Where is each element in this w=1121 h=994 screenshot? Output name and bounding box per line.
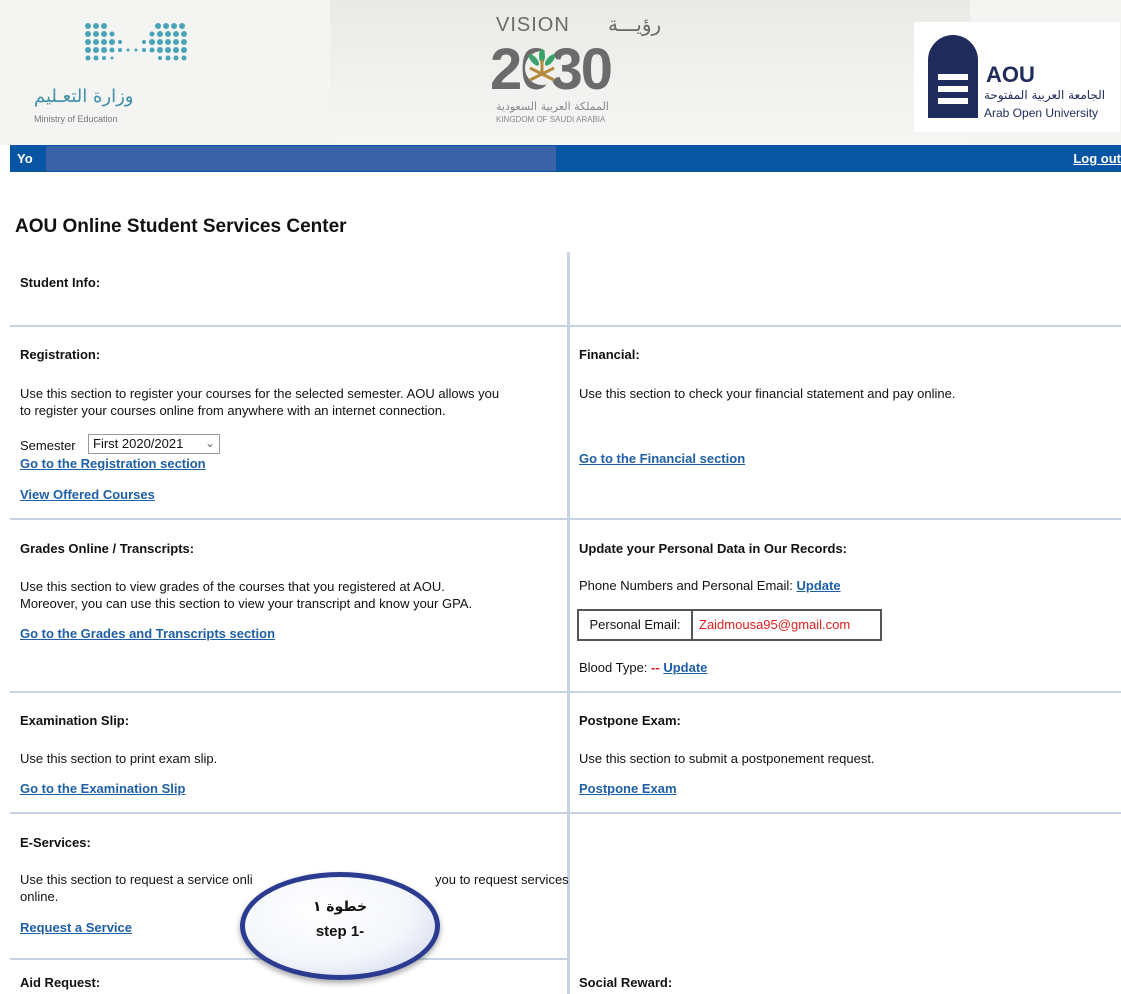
moe-logo: وزارة التعـليم Ministry of Education	[20, 14, 187, 124]
personal-email-box: Personal Email: Zaidmousa95@gmail.com	[577, 609, 882, 641]
aou-abbreviation: AOU	[986, 62, 1035, 87]
eservices-label: E-Services:	[20, 835, 91, 850]
logout-link[interactable]: Log out	[1073, 151, 1121, 166]
postpone-exam-desc: Use this section to submit a postponemen…	[579, 751, 875, 766]
row-divider	[10, 812, 1121, 814]
chevron-down-icon: ⌄	[204, 436, 215, 450]
kingdom-english: KINGDOM OF SAUDI ARABIA	[496, 115, 606, 124]
redacted-user-name	[46, 146, 556, 171]
phone-email-text: Phone Numbers and Personal Email:	[579, 578, 793, 593]
exam-slip-link[interactable]: Go to the Examination Slip	[20, 781, 185, 796]
personal-email-value: Zaidmousa95@gmail.com	[699, 617, 851, 632]
page-title: AOU Online Student Services Center	[15, 216, 347, 237]
request-service-link[interactable]: Request a Service	[20, 920, 132, 935]
grades-desc-line1: Use this section to view grades of the c…	[20, 579, 445, 594]
welcome-text: Yo	[17, 151, 33, 166]
eservices-desc-line2: online.	[20, 889, 59, 904]
step-callout-arabic: خطوة ١	[312, 899, 368, 915]
moe-dots-icon	[85, 23, 187, 61]
step-callout-english: step 1-	[315, 923, 365, 940]
semester-select[interactable]: First 2020/2021 ⌄	[88, 434, 220, 454]
financial-desc: Use this section to check your financial…	[579, 386, 956, 401]
social-reward-label: Social Reward:	[579, 975, 673, 990]
view-offered-courses-link[interactable]: View Offered Courses	[20, 487, 155, 502]
financial-section-link[interactable]: Go to the Financial section	[579, 451, 745, 466]
student-info-label: Student Info:	[20, 275, 101, 290]
postpone-exam-label: Postpone Exam:	[579, 713, 681, 728]
step-callout: خطوة ١ step 1-	[240, 872, 440, 980]
financial-label: Financial:	[579, 347, 640, 362]
grades-label: Grades Online / Transcripts:	[20, 541, 195, 556]
registration-section-link[interactable]: Go to the Registration section	[20, 456, 206, 471]
blood-type-row: Blood Type: -- Update	[579, 659, 707, 676]
exam-slip-label: Examination Slip:	[20, 713, 130, 728]
semester-label: Semester	[20, 438, 76, 453]
vision-label: VISION	[496, 14, 570, 36]
vision-2030-logo: VISION رؤيـــة 2030 المملكة العربية السع…	[490, 12, 662, 124]
eservices-desc-part1: Use this section to request a service on…	[20, 872, 253, 887]
user-bar: Yo Log out	[10, 145, 1121, 172]
grades-section-link[interactable]: Go to the Grades and Transcripts section	[20, 626, 275, 641]
personal-data-label: Update your Personal Data in Our Records…	[579, 541, 848, 556]
aou-arch-icon	[928, 35, 978, 118]
row-divider	[10, 691, 1121, 693]
eservices-desc-part2: you to request services	[435, 872, 569, 887]
phone-email-row: Phone Numbers and Personal Email: Update	[579, 577, 841, 594]
site-header: وزارة التعـليم Ministry of Education VIS…	[0, 0, 1121, 145]
update-blood-type-link[interactable]: Update	[663, 660, 707, 675]
moe-arabic-name: وزارة التعـليم	[34, 86, 134, 107]
row-divider	[10, 325, 1121, 327]
update-phone-email-link[interactable]: Update	[797, 578, 841, 593]
aou-logo: AOU الجامعة العربية المفتوحة Arab Open U…	[914, 22, 1120, 132]
grades-desc-line2: Moreover, you can use this section to vi…	[20, 596, 473, 611]
registration-desc-line2: to register your courses online from any…	[20, 403, 446, 418]
registration-label: Registration:	[20, 347, 101, 362]
row-divider	[10, 518, 1121, 520]
personal-email-label: Personal Email:	[579, 611, 693, 639]
registration-desc-line1: Use this section to register your course…	[20, 386, 500, 401]
semester-selected-value: First 2020/2021	[93, 436, 184, 451]
blood-type-value: --	[651, 660, 660, 675]
palm-emblem-icon	[525, 49, 559, 85]
exam-slip-desc: Use this section to print exam slip.	[20, 751, 218, 766]
vision-arabic-label: رؤيـــة	[608, 12, 662, 36]
aou-english-name: Arab Open University	[984, 106, 1099, 120]
aou-arabic-name: الجامعة العربية المفتوحة	[984, 88, 1106, 102]
blood-type-label: Blood Type:	[579, 660, 648, 675]
postpone-exam-link[interactable]: Postpone Exam	[579, 781, 677, 796]
kingdom-arabic: المملكة العربية السعودية	[496, 100, 609, 113]
moe-english-name: Ministry of Education	[34, 114, 118, 124]
aid-request-label: Aid Request:	[20, 975, 101, 990]
